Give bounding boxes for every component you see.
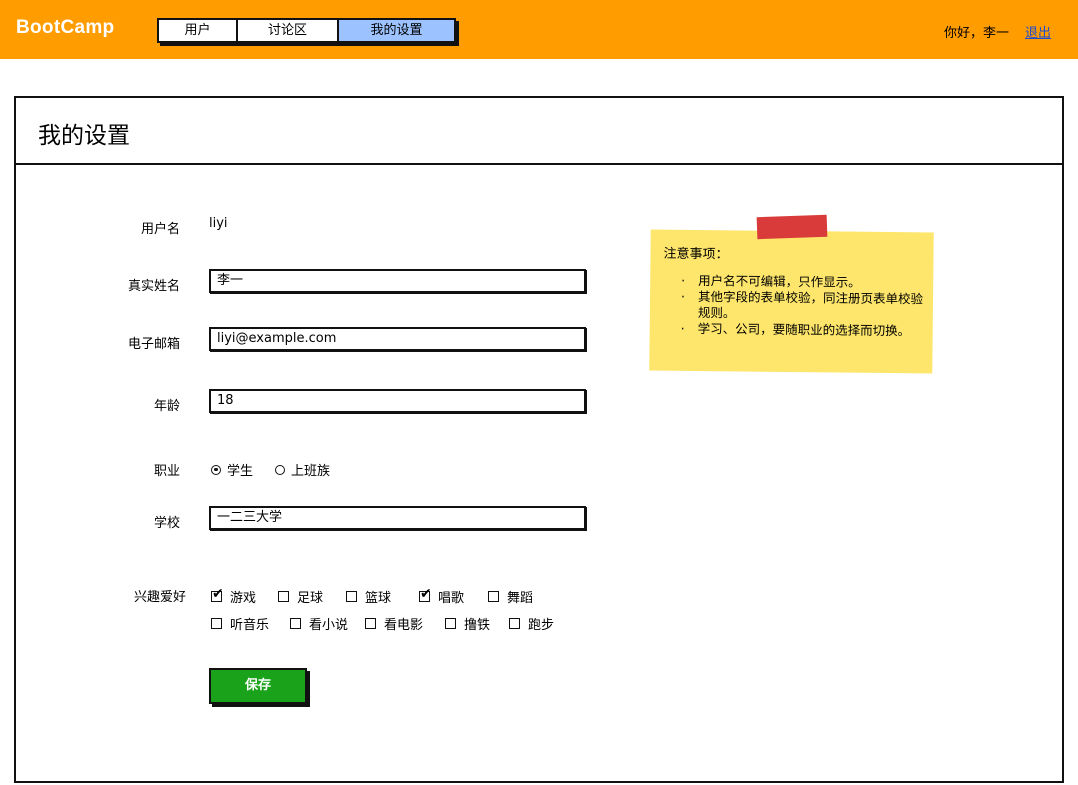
hobby-label-text: 撸铁: [464, 618, 491, 633]
age-label: 年龄: [153, 399, 180, 414]
job-option-worker[interactable]: 上班族: [275, 460, 330, 479]
hobby-row-2: 听音乐 看小说 看电影 撸铁 跑步: [211, 614, 554, 633]
hobby-game[interactable]: 游戏: [211, 586, 278, 606]
checkbox-icon[interactable]: [365, 618, 376, 629]
username-label: 用户名: [140, 222, 180, 237]
radio-empty-icon[interactable]: [275, 464, 286, 475]
tab-my-settings[interactable]: 我的设置: [339, 20, 454, 41]
job-radio-group: 学生 上班族: [211, 460, 330, 479]
notice-note: 注意事项： 用户名不可编辑，只作显示。 其他字段的表单校验，同注册页表单校验规则…: [649, 229, 934, 374]
hobby-label-text: 游戏: [230, 591, 257, 606]
save-button[interactable]: 保存: [209, 668, 307, 704]
checkbox-checked-icon[interactable]: [419, 586, 432, 602]
school-label: 学校: [153, 516, 180, 531]
checkbox-checked-icon[interactable]: [211, 586, 224, 602]
tape-decoration: [756, 214, 828, 240]
top-bar: BootCamp 用户 讨论区 我的设置 你好，李一 退出: [0, 0, 1078, 59]
note-title: 注意事项：: [663, 246, 729, 263]
panel-header: 我的设置: [16, 98, 1062, 165]
radio-selected-icon[interactable]: [211, 464, 221, 475]
main-nav: 用户 讨论区 我的设置: [157, 18, 456, 43]
hobby-novel[interactable]: 看小说: [290, 614, 365, 633]
tab-forum[interactable]: 讨论区: [238, 20, 339, 41]
checkbox-icon[interactable]: [509, 618, 520, 629]
logout-link[interactable]: 退出: [1025, 22, 1051, 41]
checkbox-icon[interactable]: [290, 618, 301, 629]
checkbox-icon[interactable]: [346, 591, 357, 602]
hobby-label-text: 足球: [297, 591, 324, 606]
hobby-basketball[interactable]: 篮球: [346, 587, 419, 606]
hobby-label: 兴趣爱好: [133, 590, 186, 605]
note-list: 用户名不可编辑，只作显示。 其他字段的表单校验，同注册页表单校验规则。 学习、公…: [698, 273, 927, 339]
hobby-music[interactable]: 听音乐: [211, 614, 290, 633]
username-value: liyi: [209, 216, 228, 231]
page-title: 我的设置: [38, 123, 130, 149]
checkbox-icon[interactable]: [211, 618, 222, 629]
app-logo[interactable]: BootCamp: [16, 17, 114, 39]
hobby-movie[interactable]: 看电影: [365, 614, 445, 633]
email-input[interactable]: liyi@example.com: [209, 327, 586, 351]
hobby-label-text: 跑步: [528, 618, 555, 633]
settings-panel: 我的设置 用户名 liyi 真实姓名 李一 电子邮箱 liyi@example.…: [14, 96, 1064, 783]
school-input[interactable]: 一二三大学: [209, 506, 586, 530]
hobby-label-text: 唱歌: [438, 591, 465, 606]
realname-label: 真实姓名: [127, 279, 180, 294]
hobby-row-1: 游戏 足球 篮球 唱歌 舞蹈: [211, 586, 533, 606]
note-item: 其他字段的表单校验，同注册页表单校验规则。: [698, 289, 926, 323]
hobby-lifting[interactable]: 撸铁: [445, 614, 509, 633]
age-input[interactable]: 18: [209, 389, 586, 413]
job-option-label: 上班族: [291, 464, 331, 479]
hobby-running[interactable]: 跑步: [509, 614, 554, 633]
checkbox-icon[interactable]: [445, 618, 456, 629]
job-label: 职业: [153, 464, 180, 479]
greeting-text: 你好，李一: [944, 26, 1010, 41]
job-option-student[interactable]: 学生: [211, 460, 253, 479]
hobby-dance[interactable]: 舞蹈: [488, 587, 533, 606]
hobby-label-text: 听音乐: [230, 618, 270, 633]
hobby-label-text: 舞蹈: [507, 591, 534, 606]
hobby-label-text: 看电影: [384, 618, 424, 633]
tab-users[interactable]: 用户: [159, 20, 238, 41]
email-label: 电子邮箱: [127, 337, 180, 352]
hobby-football[interactable]: 足球: [278, 587, 346, 606]
hobby-singing[interactable]: 唱歌: [419, 586, 488, 606]
note-item: 学习、公司，要随职业的选择而切换。: [698, 321, 926, 339]
checkbox-icon[interactable]: [278, 591, 289, 602]
hobby-label-text: 看小说: [309, 618, 349, 633]
checkbox-icon[interactable]: [488, 591, 499, 602]
realname-input[interactable]: 李一: [209, 269, 586, 293]
hobby-label-text: 篮球: [365, 591, 392, 606]
job-option-label: 学生: [227, 464, 254, 479]
